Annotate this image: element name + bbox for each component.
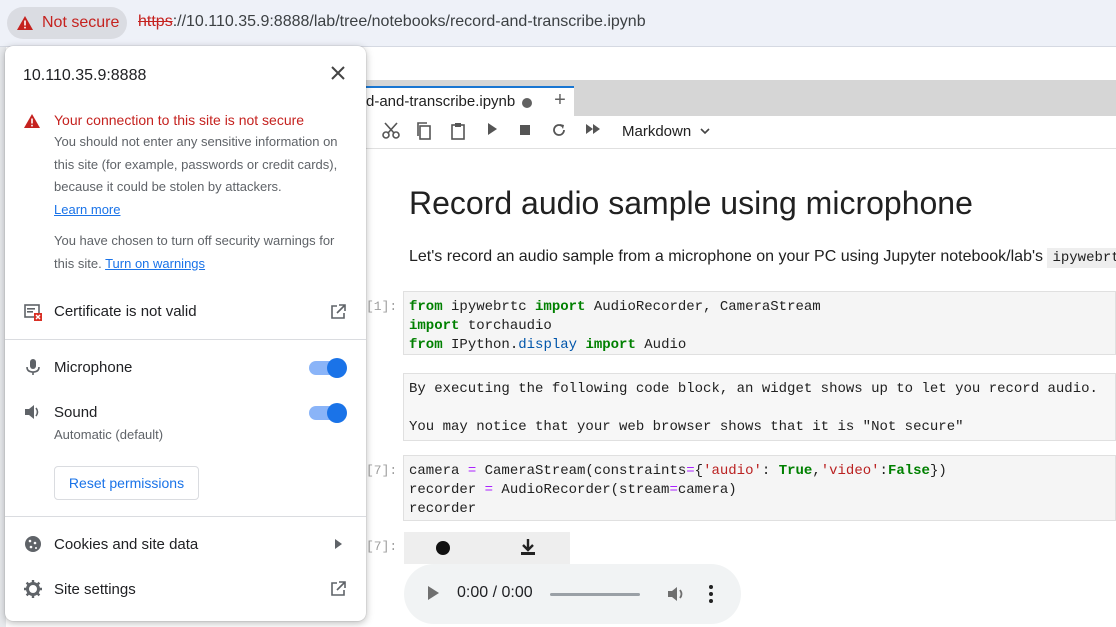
- chevron-right-icon: [335, 539, 342, 549]
- speaker-icon: [25, 405, 39, 419]
- learn-more-link[interactable]: Learn more: [54, 202, 120, 217]
- run-icon[interactable]: [482, 122, 502, 142]
- microphone-toggle[interactable]: [309, 358, 347, 378]
- play-icon[interactable]: [428, 586, 439, 600]
- certificate-row[interactable]: Certificate is not valid: [5, 294, 366, 330]
- toggle-knob: [327, 403, 347, 423]
- audio-progress-bar[interactable]: [550, 593, 640, 596]
- connection-warning-body: You should not enter any sensitive infor…: [54, 131, 354, 221]
- code-cell-imports[interactable]: from ipywebrtc import AudioRecorder, Cam…: [403, 291, 1116, 355]
- site-settings-label: Site settings: [54, 581, 136, 598]
- code-cell-recorder[interactable]: camera = CameraStream(constraints={'audi…: [403, 455, 1116, 521]
- reset-permissions-button[interactable]: Reset permissions: [54, 466, 199, 500]
- toggle-knob: [327, 358, 347, 378]
- cell-prompt: [1]:: [366, 299, 398, 314]
- audio-player: 0:00 / 0:00: [404, 564, 741, 624]
- intro-paragraph: Let's record an audio sample from a micr…: [409, 248, 1116, 268]
- markdown-cell-raw[interactable]: By executing the following code block, a…: [403, 373, 1116, 441]
- sound-toggle[interactable]: [309, 403, 347, 423]
- certificate-icon: [24, 304, 42, 321]
- url-path: ://10.110.35.9:8888/lab/tree/notebooks/r…: [172, 13, 646, 30]
- close-icon[interactable]: [330, 66, 346, 82]
- sound-row: Sound Automatic (default): [5, 396, 366, 446]
- open-external-icon: [331, 581, 346, 596]
- certificate-label: Certificate is not valid: [54, 303, 197, 320]
- notebook-tab-label: d-and-transcribe.ipynb: [366, 93, 516, 110]
- restart-icon[interactable]: [549, 122, 569, 142]
- audio-time: 0:00 / 0:00: [457, 584, 533, 601]
- notebook-tab[interactable]: d-and-transcribe.ipynb: [366, 86, 574, 116]
- intro-code: ipywebrtc: [1047, 248, 1116, 268]
- not-secure-label: Not secure: [42, 14, 120, 31]
- chevron-down-icon: [700, 128, 710, 135]
- cell-prompt: [7]:: [366, 539, 398, 554]
- cut-icon[interactable]: [381, 122, 401, 142]
- warning-body-text: You should not enter any sensitive infor…: [54, 134, 338, 194]
- cookies-row[interactable]: Cookies and site data: [5, 528, 366, 560]
- download-icon[interactable]: [519, 538, 537, 556]
- volume-icon[interactable]: [666, 584, 686, 604]
- microphone-label: Microphone: [54, 359, 133, 376]
- cookies-label: Cookies and site data: [54, 536, 199, 553]
- site-settings-row[interactable]: Site settings: [5, 573, 366, 605]
- warning-icon: [24, 114, 40, 128]
- site-info-popup: 10.110.35.9:8888 Your connection to this…: [5, 46, 366, 621]
- markdown-line-2: You may notice that your web browser sho…: [409, 419, 964, 435]
- paste-icon[interactable]: [448, 122, 468, 142]
- url-scheme: https: [138, 13, 173, 30]
- cell-type-label: Markdown: [622, 123, 692, 140]
- cell-prompt: [7]:: [366, 463, 398, 478]
- turn-on-warnings-link[interactable]: Turn on warnings: [105, 256, 205, 271]
- sound-sublabel: Automatic (default): [54, 427, 164, 442]
- notebook-heading: Record audio sample using microphone: [409, 185, 973, 221]
- markdown-line-1: By executing the following code block, a…: [409, 381, 1098, 397]
- notebook-toolbar: Markdown: [366, 116, 1116, 149]
- cookie-icon: [25, 536, 41, 552]
- add-tab-button[interactable]: +: [546, 86, 574, 116]
- address-bar: Not secure https://10.110.35.9:8888/lab/…: [0, 0, 1116, 47]
- unsaved-dot-icon: [522, 98, 532, 108]
- popup-host: 10.110.35.9:8888: [23, 67, 147, 84]
- connection-warning-title: Your connection to this site is not secu…: [54, 112, 305, 128]
- url-field[interactable]: https://10.110.35.9:8888/lab/tree/notebo…: [138, 13, 646, 31]
- divider: [5, 339, 366, 340]
- stop-icon[interactable]: [515, 122, 535, 142]
- security-warnings-note: You have chosen to turn off security war…: [54, 230, 354, 275]
- microphone-icon: [26, 359, 40, 375]
- notebook-content: Record audio sample using microphone Let…: [366, 149, 1116, 627]
- recorder-widget-buttons: [404, 532, 570, 564]
- warning-icon: [17, 16, 33, 30]
- copy-icon[interactable]: [414, 122, 434, 142]
- cell-type-select[interactable]: Markdown: [622, 123, 711, 140]
- fast-forward-icon[interactable]: [583, 122, 603, 142]
- record-icon[interactable]: [436, 541, 450, 555]
- open-external-icon: [331, 304, 346, 319]
- gear-icon: [24, 580, 42, 598]
- security-chip[interactable]: Not secure: [7, 7, 127, 39]
- divider: [5, 516, 366, 517]
- more-options-icon[interactable]: [709, 585, 713, 603]
- microphone-row: Microphone: [5, 351, 366, 383]
- sound-label: Sound: [54, 404, 98, 421]
- intro-text: Let's record an audio sample from a micr…: [409, 248, 1048, 265]
- notebook-tabstrip: d-and-transcribe.ipynb +: [366, 80, 1116, 116]
